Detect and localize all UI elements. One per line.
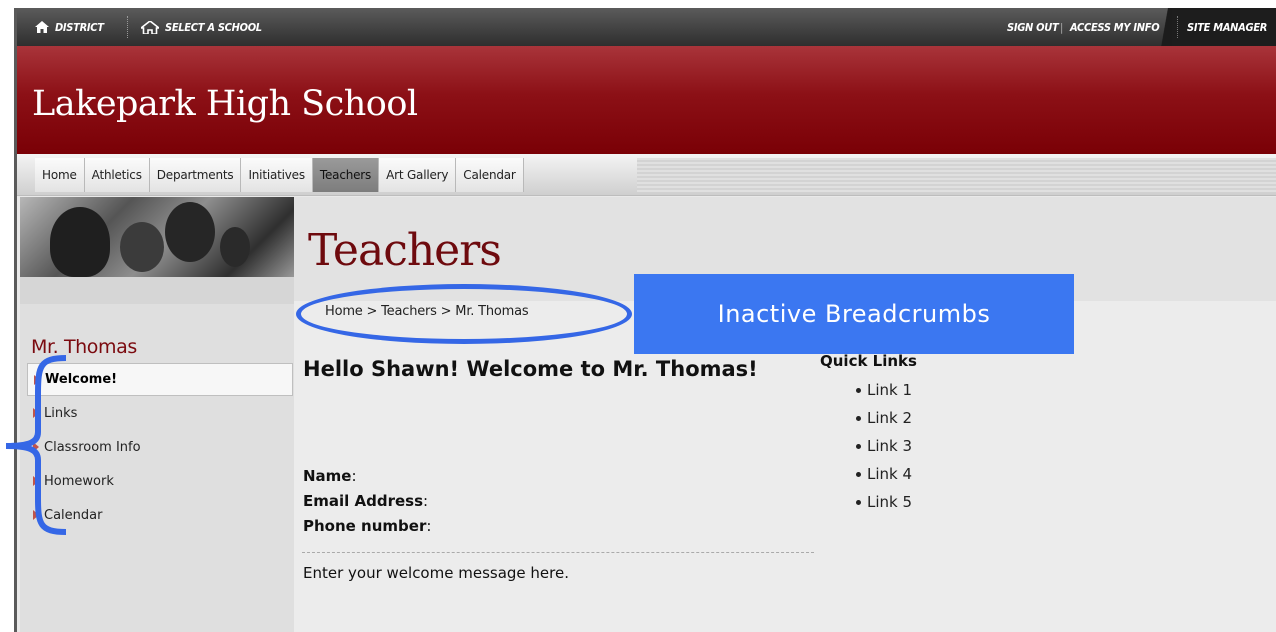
nav-tab-departments[interactable]: Departments: [149, 158, 242, 192]
bullet-icon: [856, 387, 861, 393]
select-school-link[interactable]: SELECT A SCHOOL: [141, 8, 262, 46]
students-photo: [20, 197, 294, 304]
nav-tab-calendar[interactable]: Calendar: [456, 158, 524, 192]
colon: :: [426, 517, 432, 535]
field-email: Email Address:: [303, 489, 431, 514]
welcome-message: Enter your welcome message here.: [303, 564, 569, 582]
school-icon: [141, 21, 159, 34]
annotation-brace: [5, 355, 67, 535]
quick-link-label: Link 4: [867, 465, 913, 483]
bullet-icon: [856, 499, 861, 505]
field-phone-label: Phone number: [303, 517, 427, 535]
field-phone: Phone number:: [303, 514, 431, 539]
quick-link-item[interactable]: Link 3: [856, 432, 917, 460]
annotation-label: Inactive Breadcrumbs: [717, 300, 991, 328]
access-my-info-link[interactable]: ACCESS MY INFO: [1070, 8, 1160, 46]
topbar-divider: [127, 16, 128, 38]
nav-stripe: [637, 158, 1276, 192]
quick-link-item[interactable]: Link 4: [856, 460, 917, 488]
field-name: Name:: [303, 464, 431, 489]
nav-tab-art-gallery[interactable]: Art Gallery: [379, 158, 457, 192]
top-utility-bar: DISTRICT SELECT A SCHOOL SIGN OUT | ACCE…: [17, 8, 1276, 46]
quick-link-item[interactable]: Link 5: [856, 488, 917, 516]
field-email-label: Email Address: [303, 492, 424, 510]
colon: :: [423, 492, 429, 510]
sign-out-label: SIGN OUT: [1007, 20, 1059, 34]
topbar-pipe: |: [1060, 8, 1063, 46]
page-title: Teachers: [308, 225, 502, 276]
welcome-heading: Hello Shawn! Welcome to Mr. Thomas!: [303, 357, 758, 381]
quick-link-item[interactable]: Link 1: [856, 376, 917, 404]
topbar-divider: [1177, 16, 1178, 38]
main-nav: Home Athletics Departments Initiatives Teach…: [17, 154, 1276, 196]
quick-link-label: Link 2: [867, 409, 913, 427]
nav-tab-initiatives[interactable]: Initiatives: [241, 158, 313, 192]
quick-links: Quick Links Link 1 Link 2 Link 3 Link 4 Link…: [820, 352, 917, 516]
content-divider: [302, 552, 814, 553]
bullet-icon: [856, 443, 861, 449]
quick-link-label: Link 5: [867, 493, 913, 511]
site-manager-link[interactable]: SITE MANAGER: [1187, 8, 1267, 46]
pipe-separator: |: [1060, 20, 1064, 34]
annotation-label-box: Inactive Breadcrumbs: [634, 274, 1074, 354]
quick-links-title: Quick Links: [820, 352, 917, 370]
quick-link-item[interactable]: Link 2: [856, 404, 917, 432]
contact-fields: Name: Email Address: Phone number:: [303, 464, 431, 539]
nav-tabs: Home Athletics Departments Initiatives Teach…: [35, 158, 524, 192]
school-name[interactable]: Lakepark High School: [32, 84, 418, 124]
site-header: Lakepark High School: [17, 46, 1276, 154]
access-info-label: ACCESS MY INFO: [1070, 20, 1160, 34]
field-name-label: Name: [303, 467, 352, 485]
colon: :: [351, 467, 357, 485]
home-icon: [35, 21, 49, 33]
annotation-ellipse: [296, 284, 632, 344]
select-school-label: SELECT A SCHOOL: [165, 20, 262, 34]
quick-link-label: Link 1: [867, 381, 913, 399]
quick-link-label: Link 3: [867, 437, 913, 455]
nav-tab-home[interactable]: Home: [35, 158, 85, 192]
district-label: DISTRICT: [55, 20, 104, 34]
bullet-icon: [856, 415, 861, 421]
nav-tab-teachers[interactable]: Teachers: [312, 158, 380, 192]
district-link[interactable]: DISTRICT: [35, 8, 104, 46]
sign-out-link[interactable]: SIGN OUT: [1007, 8, 1059, 46]
site-manager-label: SITE MANAGER: [1187, 20, 1268, 34]
nav-tab-athletics[interactable]: Athletics: [84, 158, 150, 192]
bullet-icon: [856, 471, 861, 477]
quick-links-list: Link 1 Link 2 Link 3 Link 4 Link 5: [820, 376, 917, 516]
